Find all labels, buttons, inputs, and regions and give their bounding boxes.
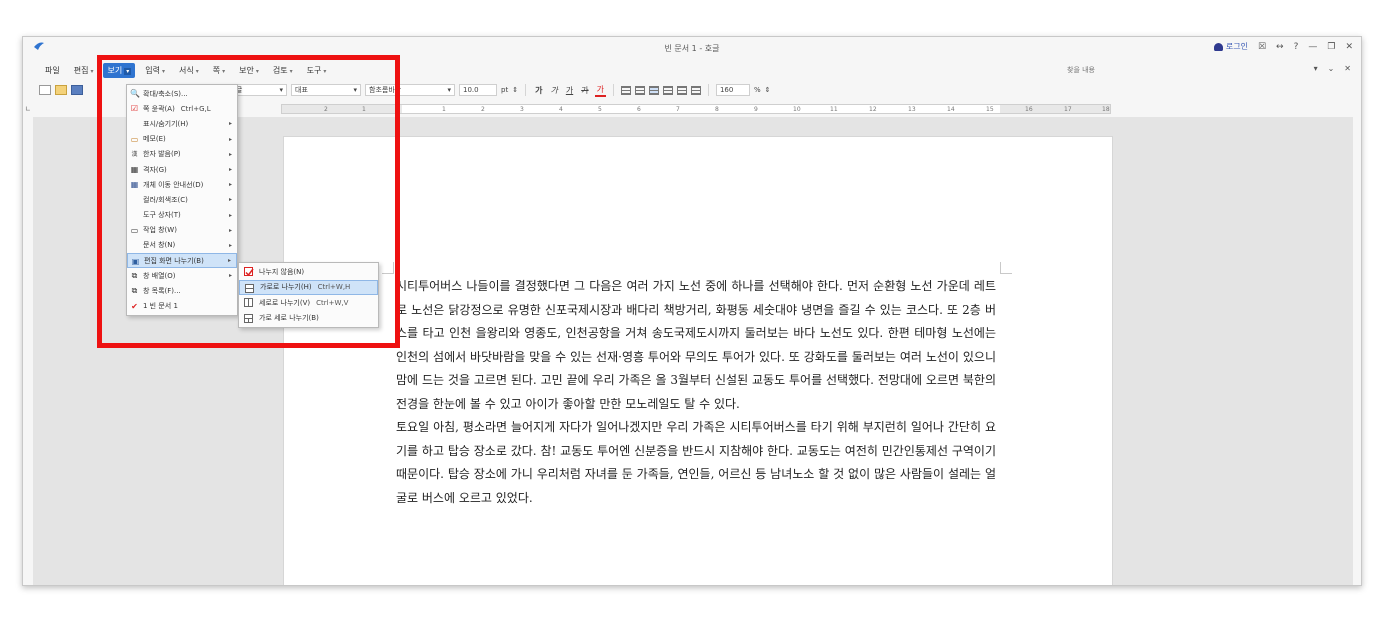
title-controls: 로그인 ☒ ↔ ? — ❐ ✕ xyxy=(1213,41,1353,52)
user-icon xyxy=(1213,42,1223,51)
doc-close-icon[interactable]: ✕ xyxy=(1344,64,1351,73)
menu-file[interactable]: 파일 xyxy=(41,63,64,78)
horizontal-ruler[interactable]: 2 1 1 2 3 4 5 6 7 8 9 10 11 12 13 14 15 … xyxy=(281,104,1111,114)
align-right-icon[interactable] xyxy=(662,85,673,95)
open-folder-icon[interactable] xyxy=(55,85,67,95)
font-color-button[interactable]: 가 xyxy=(594,84,606,97)
collapse-icon[interactable]: ⌄ xyxy=(1328,64,1335,73)
align-split-icon[interactable] xyxy=(690,85,701,95)
minimize-icon[interactable]: — xyxy=(1308,42,1317,52)
ruler-tick: 10 xyxy=(793,106,801,113)
toolbar-separator xyxy=(525,84,527,96)
ruler-tick: 12 xyxy=(869,106,877,113)
dock-icon[interactable]: ↔ xyxy=(1276,42,1284,52)
ruler-tick: 17 xyxy=(1064,106,1072,113)
login-label: 로그인 xyxy=(1225,42,1248,51)
help-icon[interactable]: ? xyxy=(1294,42,1299,52)
line-spacing-value: 160 xyxy=(719,86,734,94)
line-spacing-unit: % xyxy=(753,86,761,94)
line-spacing-input[interactable]: 160 xyxy=(715,84,750,96)
ruler-tick: 1 xyxy=(442,106,446,113)
search-input[interactable] xyxy=(1061,63,1211,77)
align-distribute-icon[interactable] xyxy=(676,85,687,95)
ruler-tick: 8 xyxy=(715,106,719,113)
close-icon[interactable]: ✕ xyxy=(1345,42,1353,52)
ruler-tick: 6 xyxy=(637,106,641,113)
italic-button[interactable]: 가 xyxy=(548,85,559,96)
toolbar-separator xyxy=(707,84,709,96)
menu-edit[interactable]: 편집 ▾ xyxy=(70,63,98,78)
ruler-tick: 9 xyxy=(754,106,758,113)
ruler-tick: 5 xyxy=(598,106,602,113)
ruler-tick: 15 xyxy=(986,106,994,113)
font-unit: pt xyxy=(501,86,509,94)
restore-icon[interactable]: ❐ xyxy=(1327,42,1335,52)
ruler-right-margin xyxy=(1000,105,1110,113)
search-wrapper xyxy=(1061,63,1211,77)
menu-right-controls: ▾ ⌄ ✕ xyxy=(1314,64,1351,73)
ruler-tick: 3 xyxy=(520,106,524,113)
margin-guide xyxy=(1000,262,1012,274)
ruler-tick: 14 xyxy=(947,106,955,113)
strike-button[interactable]: 가 xyxy=(579,85,590,96)
paragraph: 토요일 아침, 평소라면 늘어지게 자다가 일어나겠지만 우리 가족은 시티투어… xyxy=(396,420,996,505)
font-size-input[interactable]: 10.0 xyxy=(459,84,497,96)
paragraph: 시티투어버스 나들이를 결정했다면 그 다음은 여러 가지 노선 중에 하나를 … xyxy=(396,279,996,411)
font-size-value: 10.0 xyxy=(463,86,479,94)
toolbar-separator xyxy=(612,84,614,96)
chevron-down-icon: ▾ xyxy=(447,86,451,94)
ribbon-dropdown-icon[interactable]: ▾ xyxy=(1314,64,1318,73)
new-doc-icon[interactable] xyxy=(39,85,51,95)
align-center-icon[interactable] xyxy=(648,85,659,95)
ruler-tick: 16 xyxy=(1025,106,1033,113)
bold-button[interactable]: 가 xyxy=(533,85,544,96)
document-body[interactable]: 시티투어버스 나들이를 결정했다면 그 다음은 여러 가지 노선 중에 하나를 … xyxy=(396,275,996,510)
ruler-tick: 18 xyxy=(1102,106,1110,113)
login-button[interactable]: 로그인 xyxy=(1213,41,1248,52)
ruler-tick: 2 xyxy=(481,106,485,113)
align-justify-icon[interactable] xyxy=(620,85,631,95)
tab-stop-icon[interactable]: ∟ xyxy=(25,105,31,113)
underline-button[interactable]: 가 xyxy=(564,85,575,96)
align-left-icon[interactable] xyxy=(634,85,645,95)
chevron-down-icon: ▾ xyxy=(90,67,94,75)
ruler-tick: 11 xyxy=(830,106,838,113)
spinner-icon[interactable]: ⇕ xyxy=(512,86,518,94)
fullscreen-icon[interactable]: ☒ xyxy=(1258,42,1266,52)
ruler-tick: 4 xyxy=(559,106,563,113)
save-icon[interactable] xyxy=(71,85,83,95)
ruler-tick: 13 xyxy=(908,106,916,113)
document-page[interactable]: 시티투어버스 나들이를 결정했다면 그 다음은 여러 가지 노선 중에 하나를 … xyxy=(283,136,1113,585)
highlight-annotation-box xyxy=(97,55,400,348)
window-title: 빈 문서 1 - 호글 xyxy=(664,44,720,53)
spinner-icon[interactable]: ⇕ xyxy=(765,86,771,94)
ruler-tick: 7 xyxy=(676,106,680,113)
